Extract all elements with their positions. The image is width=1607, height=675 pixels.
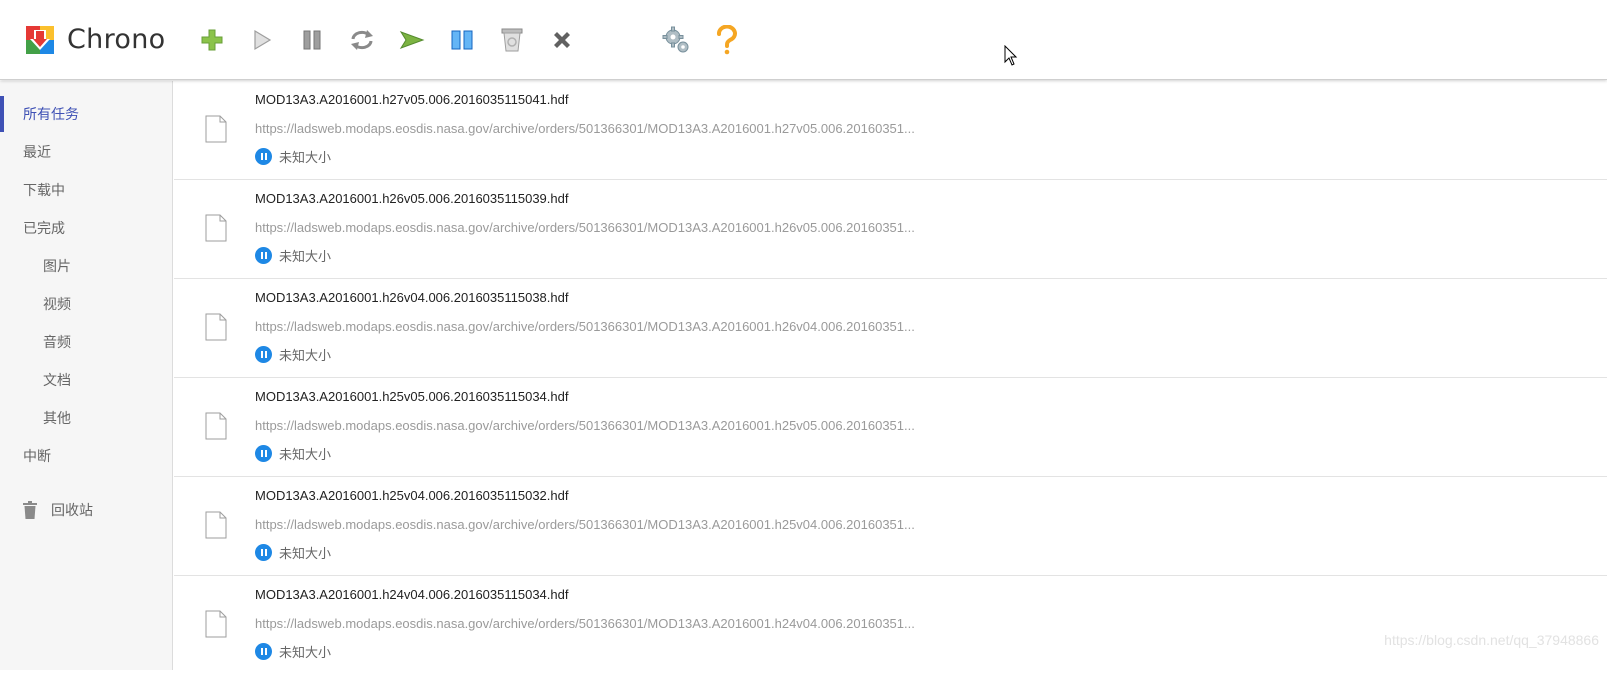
play-green-icon [399, 29, 425, 51]
sidebar-item-other[interactable]: 其他 [0, 399, 173, 437]
header-toolbar: Chrono [0, 0, 1607, 80]
sidebar-item-interrupted[interactable]: 中断 [0, 437, 173, 475]
file-icon [205, 214, 227, 242]
task-url: https://ladsweb.modaps.eosdis.nasa.gov/a… [255, 418, 915, 433]
task-filename: MOD13A3.A2016001.h25v05.006.201603511503… [255, 389, 568, 404]
sidebar-item-recent[interactable]: 最近 [0, 133, 173, 171]
play-icon [251, 29, 273, 51]
task-row[interactable]: MOD13A3.A2016001.h26v04.006.201603511503… [174, 279, 1607, 378]
task-filename: MOD13A3.A2016001.h25v04.006.201603511503… [255, 488, 568, 503]
pause-icon [301, 29, 323, 51]
sidebar-item-label: 文档 [43, 370, 71, 390]
task-url: https://ladsweb.modaps.eosdis.nasa.gov/a… [255, 616, 915, 631]
sidebar-item-label: 下载中 [23, 180, 65, 200]
sidebar-item-label: 所有任务 [23, 104, 79, 124]
file-icon [205, 313, 227, 341]
task-filename: MOD13A3.A2016001.h27v05.006.201603511504… [255, 92, 568, 107]
task-row[interactable]: MOD13A3.A2016001.h25v04.006.201603511503… [174, 477, 1607, 576]
sidebar-item-completed[interactable]: 已完成 [0, 209, 173, 247]
mouse-cursor-icon [1004, 45, 1018, 67]
plus-icon [201, 29, 223, 51]
gear-icon [662, 26, 690, 54]
task-status: 未知大小 [255, 147, 331, 165]
task-list: MOD13A3.A2016001.h27v05.006.201603511504… [174, 81, 1607, 670]
sidebar-item-video[interactable]: 视频 [0, 285, 173, 323]
sidebar-item-label: 回收站 [51, 500, 93, 520]
watermark: https://blog.csdn.net/qq_37948866 [1384, 632, 1599, 648]
sidebar-item-label: 最近 [23, 142, 51, 162]
task-status: 未知大小 [255, 642, 331, 660]
question-icon [716, 25, 738, 55]
paused-status-icon[interactable] [255, 148, 272, 165]
sidebar-item-label: 图片 [43, 256, 71, 276]
remove-button[interactable] [546, 24, 578, 56]
task-row[interactable]: MOD13A3.A2016001.h26v05.006.201603511503… [174, 180, 1607, 279]
sidebar: 所有任务 最近 下载中 已完成 图片 视频 音频 文档 其他 中断 回收站 [0, 81, 173, 670]
task-row[interactable]: MOD13A3.A2016001.h27v05.006.201603511504… [174, 81, 1607, 180]
task-url: https://ladsweb.modaps.eosdis.nasa.gov/a… [255, 319, 915, 334]
chrono-logo-icon [26, 26, 54, 54]
sidebar-item-all-tasks[interactable]: 所有任务 [0, 95, 173, 133]
task-url: https://ladsweb.modaps.eosdis.nasa.gov/a… [255, 517, 915, 532]
app-title: Chrono [67, 24, 165, 55]
sidebar-item-trash[interactable]: 回收站 [0, 491, 173, 529]
file-icon [205, 511, 227, 539]
task-size: 未知大小 [279, 543, 331, 562]
sidebar-item-label: 音频 [43, 332, 71, 352]
sidebar-item-audio[interactable]: 音频 [0, 323, 173, 361]
task-size: 未知大小 [279, 642, 331, 661]
retry-button[interactable] [346, 24, 378, 56]
sidebar-item-documents[interactable]: 文档 [0, 361, 173, 399]
sidebar-item-label: 其他 [43, 408, 71, 428]
task-size: 未知大小 [279, 444, 331, 463]
task-filename: MOD13A3.A2016001.h24v04.006.201603511503… [255, 587, 568, 602]
paused-status-icon[interactable] [255, 445, 272, 462]
task-url: https://ladsweb.modaps.eosdis.nasa.gov/a… [255, 121, 915, 136]
sidebar-item-label: 视频 [43, 294, 71, 314]
task-status: 未知大小 [255, 246, 331, 264]
pause-all-button[interactable] [446, 24, 478, 56]
start-button[interactable] [246, 24, 278, 56]
paused-status-icon[interactable] [255, 544, 272, 561]
task-filename: MOD13A3.A2016001.h26v05.006.201603511503… [255, 191, 568, 206]
task-status: 未知大小 [255, 345, 331, 363]
paused-status-icon[interactable] [255, 346, 272, 363]
task-status: 未知大小 [255, 444, 331, 462]
refresh-icon [349, 28, 375, 52]
start-all-button[interactable] [396, 24, 428, 56]
task-size: 未知大小 [279, 147, 331, 166]
sidebar-item-label: 已完成 [23, 218, 65, 238]
file-icon [205, 412, 227, 440]
task-row[interactable]: MOD13A3.A2016001.h25v05.006.201603511503… [174, 378, 1607, 477]
sidebar-item-images[interactable]: 图片 [0, 247, 173, 285]
task-size: 未知大小 [279, 345, 331, 364]
pause-button[interactable] [296, 24, 328, 56]
file-icon [205, 115, 227, 143]
file-icon [205, 610, 227, 638]
close-icon [551, 29, 573, 51]
task-size: 未知大小 [279, 246, 331, 265]
recycle-bin-icon [500, 27, 524, 53]
pause-blue-icon [450, 29, 474, 51]
settings-button[interactable] [660, 24, 692, 56]
trash-icon [23, 501, 37, 519]
task-url: https://ladsweb.modaps.eosdis.nasa.gov/a… [255, 220, 915, 235]
task-row[interactable]: MOD13A3.A2016001.h24v04.006.201603511503… [174, 576, 1607, 675]
help-button[interactable] [711, 24, 743, 56]
paused-status-icon[interactable] [255, 247, 272, 264]
paused-status-icon[interactable] [255, 643, 272, 660]
task-status: 未知大小 [255, 543, 331, 561]
add-task-button[interactable] [196, 24, 228, 56]
task-filename: MOD13A3.A2016001.h26v04.006.201603511503… [255, 290, 568, 305]
delete-button[interactable] [496, 24, 528, 56]
sidebar-item-label: 中断 [23, 446, 51, 466]
sidebar-item-downloading[interactable]: 下载中 [0, 171, 173, 209]
